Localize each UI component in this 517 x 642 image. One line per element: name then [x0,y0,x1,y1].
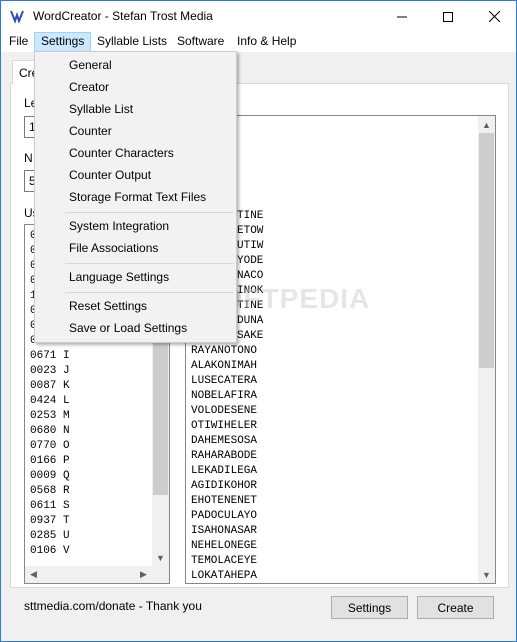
list-item: DAHEMESOSA [191,435,258,447]
minimize-icon [397,16,407,17]
list-item: 0680 N [30,425,70,437]
list-item: 0253 M [30,410,70,422]
menu-file[interactable]: File [2,32,35,52]
menu-settings[interactable]: Settings [34,32,92,52]
list-item: 0087 K [30,380,70,392]
settings-menu-creator[interactable]: Creator [69,76,109,98]
maximize-icon [443,11,453,22]
list-item: 0285 U [30,530,70,542]
scroll-down-icon[interactable]: ▼ [152,549,169,566]
list-item: 0937 T [30,515,70,527]
menu-syllable-lists[interactable]: Syllable Lists [90,32,174,52]
list-item: LUSECATERA [191,375,258,387]
list-item: PADOCULAYO [191,510,258,522]
list-item: 0770 O [30,440,70,452]
list-item: 0166 P [30,455,70,467]
number-label: N [24,151,33,165]
menu-bar: File Settings Syllable Lists Software In… [1,32,516,52]
minimize-button[interactable] [379,1,425,32]
title-bar: WordCreator - Stefan Trost Media [1,1,516,32]
main-window: WordCreator - Stefan Trost Media File Se… [0,0,517,642]
settings-button[interactable]: Settings [331,596,408,619]
list-item: 0568 R [30,485,70,497]
settings-menu-reset[interactable]: Reset Settings [69,295,147,317]
settings-menu-general[interactable]: General [69,54,112,76]
scroll-left-icon[interactable]: ◀ [25,566,42,583]
list-item: AGIDIKOHOR [191,480,258,492]
settings-menu-storage-format[interactable]: Storage Format Text Files [69,186,206,208]
settings-menu-counter-characters[interactable]: Counter Characters [69,142,174,164]
menu-info-help[interactable]: Info & Help [230,32,303,52]
create-button[interactable]: Create [417,596,494,619]
list-item: 0424 L [30,395,70,407]
list-item: RAHARABODE [191,450,258,462]
list-item: LOKATAHEPA [191,570,258,582]
list-item: ALAKONIMAH [191,360,258,372]
list-item: 0009 Q [30,470,70,482]
settings-menu-save-load[interactable]: Save or Load Settings [69,317,187,339]
menu-separator [65,292,233,293]
list-item: ISAHONASAR [191,525,258,537]
settings-menu-counter-output[interactable]: Counter Output [69,164,151,186]
list-item: VOLODESENE [191,405,258,417]
close-icon [488,11,500,22]
results-vscroll-thumb[interactable] [479,133,494,368]
settings-menu-syllable-list[interactable]: Syllable List [69,98,133,120]
close-button[interactable] [471,1,517,32]
list-item: 0611 S [30,500,70,512]
counter-list-hscroll[interactable]: ◀ ▶ [25,566,169,583]
scroll-down-icon[interactable]: ▼ [478,566,495,583]
menu-separator [65,212,233,213]
maximize-button[interactable] [425,1,471,32]
window-title: WordCreator - Stefan Trost Media [33,9,213,23]
menu-separator [65,263,233,264]
list-item: TEMOLACEYE [191,555,258,567]
list-item: 0671 I [30,350,70,362]
list-item: LEKADILEGA [191,465,258,477]
scroll-right-icon[interactable]: ▶ [135,566,152,583]
scroll-up-icon[interactable]: ▲ [478,116,495,133]
list-item: RAYANOTONO [191,345,258,357]
settings-menu-language[interactable]: Language Settings [69,266,169,288]
settings-menu-system-integration[interactable]: System Integration [69,215,169,237]
list-item: 0106 V [30,545,70,557]
list-item: OTIWIHELER [191,420,258,432]
list-item: EHOTENENET [191,495,258,507]
app-icon [10,9,24,24]
list-item: NOBELAFIRA [191,390,258,402]
donate-text: sttmedia.com/donate - Thank you [24,599,202,613]
list-item: 0023 J [30,365,70,377]
settings-menu-file-associations[interactable]: File Associations [69,237,158,259]
list-item: NEHELONEGE [191,540,258,552]
results-vscroll[interactable]: ▲ ▼ [478,116,495,583]
settings-menu-counter[interactable]: Counter [69,120,112,142]
settings-menu: General Creator Syllable List Counter Co… [34,51,237,343]
menu-software[interactable]: Software [170,32,231,52]
